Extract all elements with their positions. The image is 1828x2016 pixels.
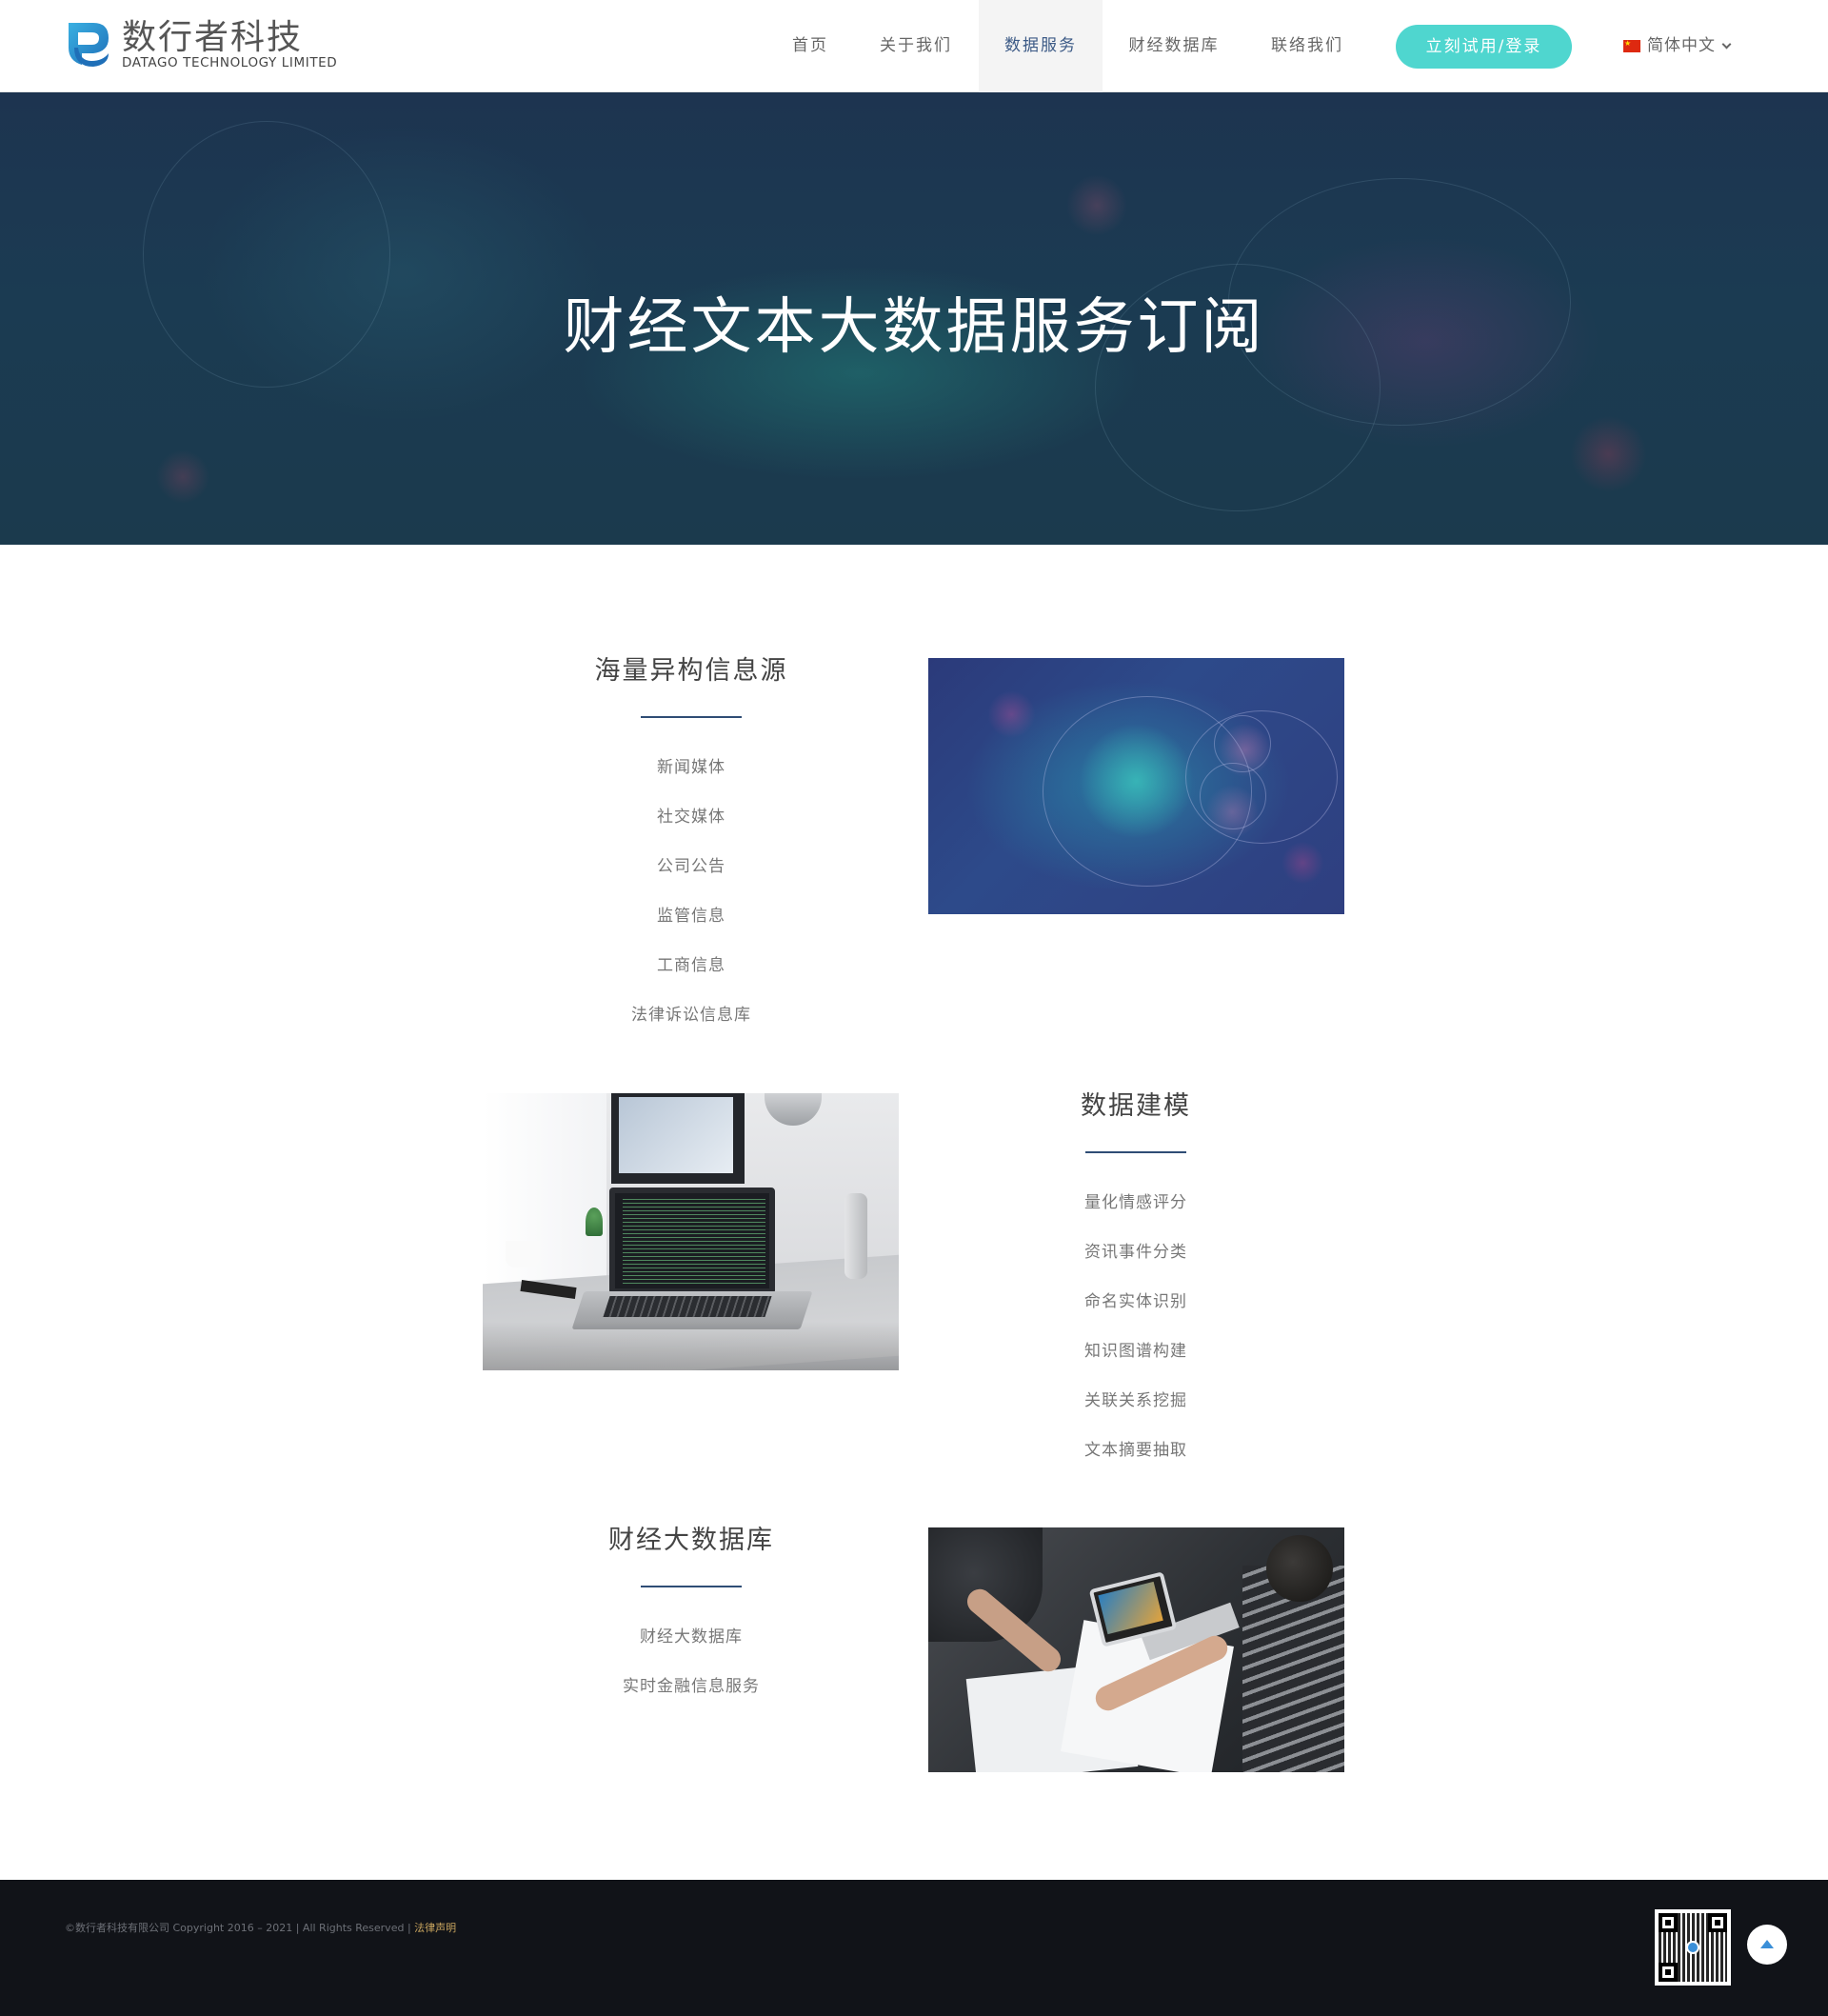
nav-item-data-services[interactable]: 数据服务: [979, 0, 1103, 92]
section-title: 财经大数据库: [608, 1526, 774, 1555]
language-selector[interactable]: 简体中文: [1623, 0, 1732, 92]
nav-item-contact[interactable]: 联络我们: [1255, 0, 1360, 92]
list-item: 文本摘要抽取: [1084, 1441, 1187, 1460]
copyright-label: ©数行者科技有限公司 Copyright 2016 – 2021 | All R…: [65, 1922, 415, 1934]
site-header: 数行者科技 DATAGO TECHNOLOGY LIMITED 首页 关于我们 …: [0, 0, 1828, 92]
list-item: 量化情感评分: [1084, 1193, 1187, 1212]
nav-item-about[interactable]: 关于我们: [867, 0, 964, 92]
image-mug: [506, 1241, 540, 1267]
image-lamp: [765, 1093, 822, 1126]
list-item: 知识图谱构建: [1084, 1342, 1187, 1361]
nebula-image: [928, 658, 1344, 914]
section-title: 数据建模: [1081, 1091, 1191, 1121]
laptop-desk-image: [483, 1093, 899, 1370]
hero-banner: 财经文本大数据服务订阅: [0, 92, 1828, 545]
list-item: 资讯事件分类: [1084, 1243, 1187, 1262]
list-item: 命名实体识别: [1084, 1292, 1187, 1311]
image-head: [1266, 1535, 1333, 1602]
language-label: 简体中文: [1647, 36, 1716, 55]
page-title: 财经文本大数据服务订阅: [563, 292, 1265, 363]
image-decoration: [1043, 696, 1252, 887]
list-item: 法律诉讼信息库: [631, 1006, 751, 1025]
trial-login-button[interactable]: 立刻试用/登录: [1396, 25, 1572, 69]
section-data-modeling: 数据建模 量化情感评分 资讯事件分类 命名实体识别 知识图谱构建 关联关系挖掘 …: [928, 1088, 1343, 1488]
qr-code-icon: [1655, 1909, 1731, 1986]
back-to-top-button[interactable]: [1747, 1925, 1787, 1965]
section-financial-database: 财经大数据库 财经大数据库 实时金融信息服务: [484, 1522, 899, 1725]
list-item: 关联关系挖掘: [1084, 1391, 1187, 1410]
list-item: 实时金融信息服务: [623, 1677, 760, 1696]
nav-item-home[interactable]: 首页: [777, 0, 844, 92]
image-monitor: [611, 1093, 745, 1184]
team-meeting-image: [928, 1527, 1344, 1772]
list-item: 新闻媒体: [657, 758, 725, 777]
nav-item-financial-database[interactable]: 财经数据库: [1120, 0, 1228, 92]
list-item: 工商信息: [657, 956, 725, 975]
legal-notice-link[interactable]: 法律声明: [414, 1922, 456, 1934]
list-item: 财经大数据库: [640, 1627, 743, 1647]
list-item: 监管信息: [657, 907, 725, 926]
section-information-sources: 海量异构信息源 新闻媒体 社交媒体 公司公告 监管信息 工商信息 法律诉讼信息库: [484, 652, 899, 1053]
section-divider: [1085, 1151, 1186, 1153]
section-title: 海量异构信息源: [594, 656, 788, 686]
list-item: 公司公告: [657, 857, 725, 876]
image-shadow: [483, 1322, 899, 1370]
image-speaker: [844, 1193, 867, 1279]
copyright-text: ©数行者科技有限公司 Copyright 2016 – 2021 | All R…: [65, 1920, 456, 1935]
image-window: [483, 1093, 606, 1293]
section-divider: [641, 716, 742, 718]
chevron-down-icon: [1721, 39, 1732, 50]
image-keyboard: [603, 1296, 772, 1317]
image-laptop-screen: [609, 1188, 775, 1294]
list-item: 社交媒体: [657, 808, 725, 827]
image-plant: [586, 1208, 603, 1236]
main-nav: 首页 关于我们 数据服务 财经数据库 联络我们 立刻试用/登录 简体中文: [0, 0, 1828, 92]
site-footer: [0, 1880, 1828, 2016]
section-divider: [641, 1586, 742, 1587]
china-flag-icon: [1623, 37, 1640, 52]
